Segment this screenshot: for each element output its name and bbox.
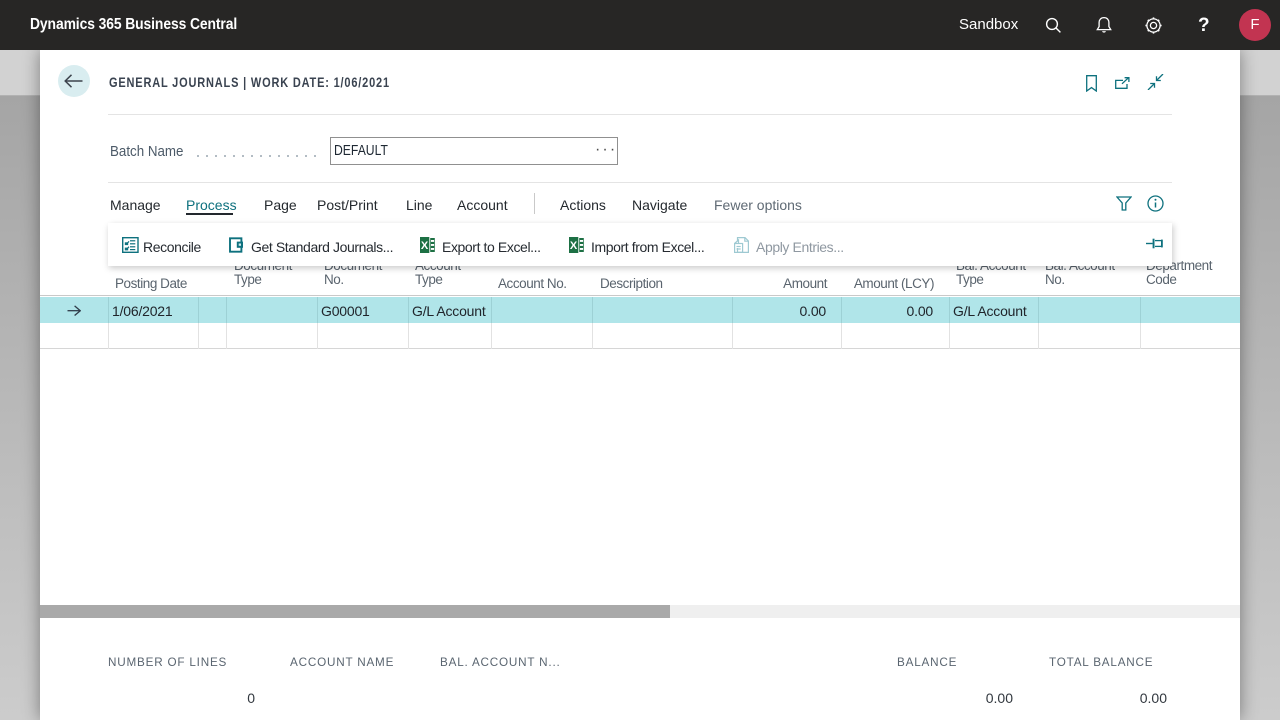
svg-text:X: X bbox=[421, 240, 429, 252]
svg-text:X: X bbox=[570, 240, 578, 252]
